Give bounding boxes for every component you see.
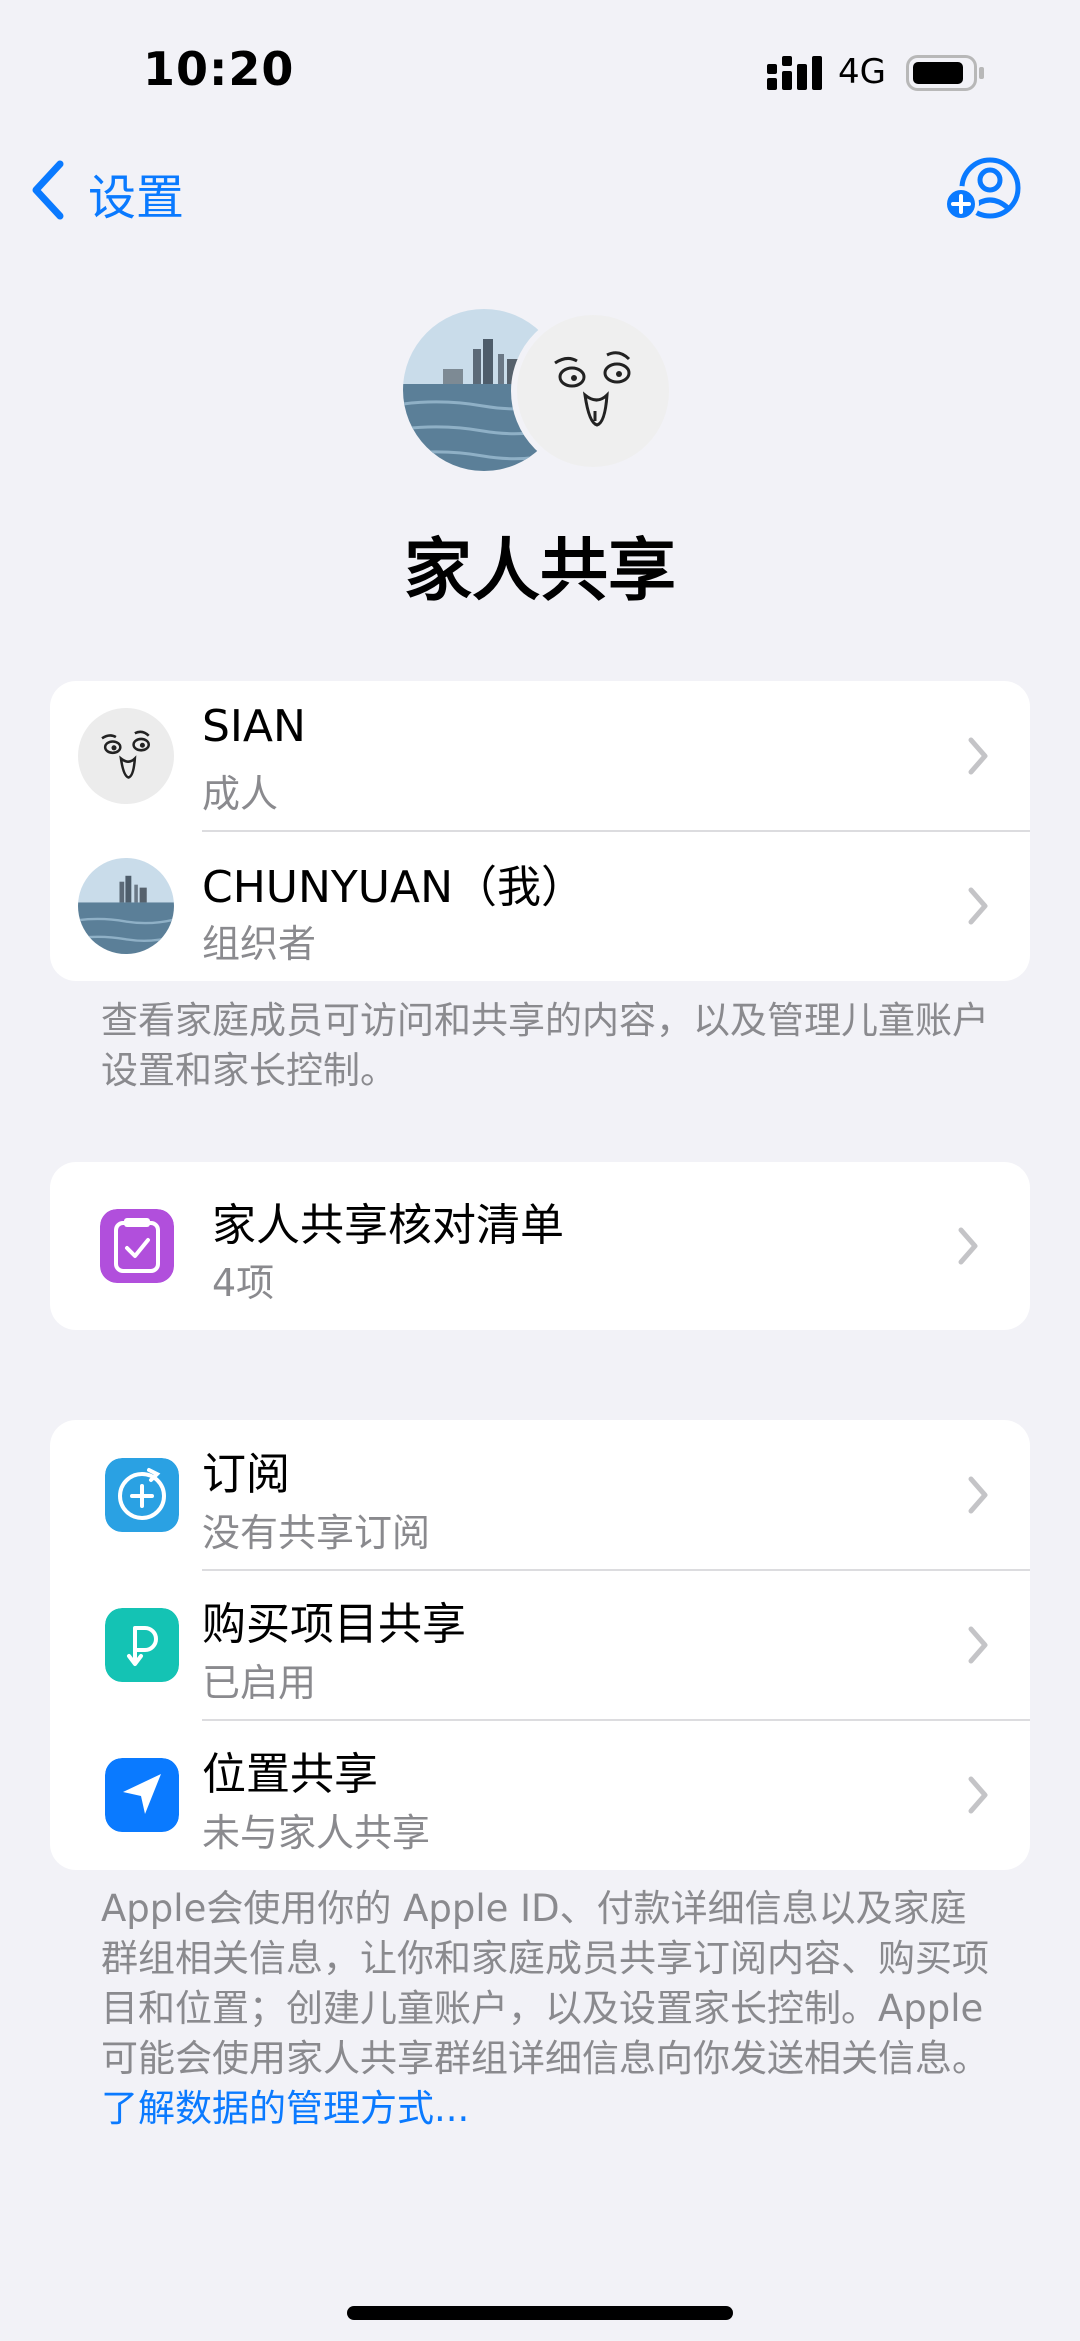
checklist-icon	[100, 1209, 174, 1283]
chevron-right-icon	[968, 1476, 988, 1514]
subscriptions-subtitle: 没有共享订阅	[202, 1511, 431, 1555]
chevron-right-icon	[968, 887, 988, 925]
members-footer: 查看家庭成员可访问和共享的内容，以及管理儿童账户设置和家长控制。	[101, 999, 989, 1092]
location-sharing-subtitle: 未与家人共享	[202, 1811, 431, 1855]
learn-data-management-link[interactable]: 了解数据的管理方式...	[101, 2087, 469, 2130]
sharing-features-card: 订阅 没有共享订阅 购买项目共享 已启用 位置共享 未与家人共享	[50, 1420, 1030, 1870]
checklist-card: 家人共享核对清单 4项	[50, 1162, 1030, 1330]
purchase-sharing-icon	[105, 1608, 179, 1682]
home-indicator[interactable]	[347, 2306, 733, 2320]
member-avatar	[78, 708, 174, 804]
member-role: 成人	[202, 772, 279, 816]
subscriptions-icon	[105, 1458, 179, 1532]
chevron-left-icon[interactable]	[30, 160, 66, 220]
chevron-right-icon	[968, 737, 988, 775]
member-avatar	[78, 858, 174, 954]
page-title: 家人共享	[403, 532, 676, 611]
subscriptions-row[interactable]: 订阅 没有共享订阅	[50, 1420, 1030, 1570]
privacy-footer: Apple会使用你的 Apple ID、付款详细信息以及家庭群组相关信息，让你和…	[101, 1884, 1001, 2134]
location-sharing-row[interactable]: 位置共享 未与家人共享	[50, 1720, 1030, 1870]
family-members-card: SIAN 成人 CHUNYUAN（我） 组织者	[50, 681, 1030, 981]
purchase-sharing-subtitle: 已启用	[202, 1661, 317, 1705]
chevron-right-icon	[968, 1776, 988, 1814]
member-row-chunyuan[interactable]: CHUNYUAN（我） 组织者	[50, 831, 1030, 981]
member-row-sian[interactable]: SIAN 成人	[50, 681, 1030, 831]
member-name: SIAN	[202, 701, 306, 752]
network-type: 4G	[838, 52, 886, 92]
cellular-signal-icon	[767, 56, 822, 90]
checklist-row[interactable]: 家人共享核对清单 4项	[50, 1162, 1030, 1330]
member-role: 组织者	[202, 922, 317, 966]
subscriptions-title: 订阅	[202, 1449, 290, 1500]
checklist-subtitle: 4项	[212, 1261, 275, 1305]
status-time: 10:20	[143, 42, 295, 96]
checklist-title: 家人共享核对清单	[212, 1200, 564, 1251]
privacy-text: Apple会使用你的 Apple ID、付款详细信息以及家庭群组相关信息，让你和…	[101, 1887, 989, 2080]
location-sharing-title: 位置共享	[202, 1749, 378, 1800]
add-family-member-icon[interactable]	[944, 156, 1022, 222]
member-name: CHUNYUAN（我）	[202, 862, 586, 913]
location-arrow-icon	[105, 1758, 179, 1832]
member-avatar-sian	[511, 309, 675, 473]
purchase-sharing-title: 购买项目共享	[202, 1599, 466, 1650]
back-label[interactable]: 设置	[88, 158, 184, 228]
battery-icon	[906, 55, 984, 91]
purchase-sharing-row[interactable]: 购买项目共享 已启用	[50, 1570, 1030, 1720]
chevron-right-icon	[968, 1626, 988, 1664]
chevron-right-icon	[958, 1227, 978, 1265]
